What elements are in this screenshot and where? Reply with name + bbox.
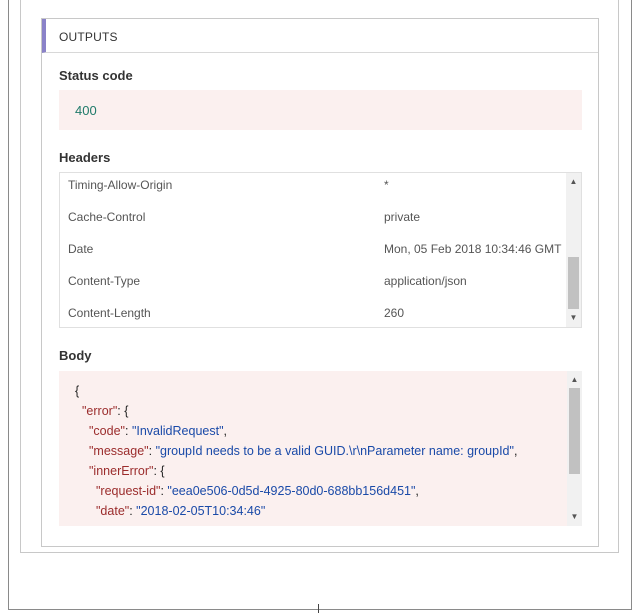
status-code-value: 400 [75, 103, 97, 118]
code-key: "innerError" [89, 464, 154, 478]
scroll-up-arrow-icon[interactable]: ▲ [566, 175, 581, 189]
scroll-thumb[interactable] [569, 388, 580, 474]
code-end: , [513, 444, 518, 458]
code-key: "message" [89, 444, 149, 458]
code-line: "request-id": "eea0e506-0d5d-4925-80d0-6… [96, 484, 419, 498]
header-row: Date Mon, 05 Feb 2018 10:34:46 GMT [60, 242, 565, 274]
body-label: Body [59, 348, 92, 363]
header-value: 260 [384, 306, 405, 320]
text-cursor-icon [318, 604, 319, 613]
code-value: "groupId needs to be a valid GUID.\r\nPa… [155, 444, 514, 458]
header-key: Content-Type [68, 274, 141, 288]
scroll-down-arrow-icon[interactable]: ▼ [567, 510, 582, 524]
outputs-header: OUTPUTS [42, 19, 598, 53]
header-key: Date [68, 242, 94, 256]
code-end: , [223, 424, 227, 438]
headers-label: Headers [59, 150, 111, 165]
header-row: Content-Length 260 [60, 306, 565, 327]
code-brace: { [75, 384, 80, 398]
code-line: "code": "InvalidRequest", [89, 424, 227, 438]
code-line: "message": "groupId needs to be a valid … [89, 444, 517, 458]
header-row: Content-Type application/json [60, 274, 565, 306]
code-line: "innerError": { [89, 464, 165, 478]
header-value: Mon, 05 Feb 2018 10:34:46 GMT [384, 242, 562, 256]
header-key: Cache-Control [68, 210, 146, 224]
status-code-box[interactable]: 400 [59, 90, 582, 130]
scroll-down-arrow-icon[interactable]: ▼ [566, 311, 581, 325]
code-key: "request-id" [96, 484, 161, 498]
code-end: , [415, 484, 419, 498]
scroll-up-arrow-icon[interactable]: ▲ [567, 373, 582, 387]
code-line: "error": { [82, 404, 128, 418]
code-sep: : { [153, 464, 165, 478]
outputs-title: OUTPUTS [59, 30, 118, 44]
header-key: Timing-Allow-Origin [68, 178, 173, 192]
code-key: "date" [96, 504, 130, 518]
header-value: private [384, 210, 421, 224]
header-row: Cache-Control private [60, 210, 565, 242]
code-value: "eea0e506-0d5d-4925-80d0-688bb156d451" [167, 484, 416, 498]
header-row: Timing-Allow-Origin * [60, 178, 565, 210]
code-sep: : [148, 444, 156, 458]
headers-table[interactable]: Timing-Allow-Origin * Cache-Control priv… [59, 172, 582, 328]
header-value: * [384, 178, 389, 192]
code-sep: : { [117, 404, 129, 418]
code-line: { [75, 384, 79, 398]
status-code-label: Status code [59, 68, 133, 83]
code-key: "error" [82, 404, 118, 418]
code-value: "InvalidRequest" [131, 424, 224, 438]
code-sep: : [124, 424, 132, 438]
code-key: "code" [89, 424, 125, 438]
headers-scrollbar[interactable]: ▲ ▼ [566, 173, 581, 327]
outputs-card: OUTPUTS Status code 400 Headers Timing-A… [41, 18, 599, 547]
code-line: "date": "2018-02-05T10:34:46" [96, 504, 265, 518]
code-value: "2018-02-05T10:34:46" [136, 504, 266, 518]
body-box[interactable]: { "error": { "code": "InvalidRequest", "… [59, 371, 582, 526]
body-scrollbar[interactable]: ▲ ▼ [567, 371, 582, 526]
header-value: application/json [384, 274, 467, 288]
scroll-thumb[interactable] [568, 257, 579, 309]
header-key: Content-Length [68, 306, 151, 320]
